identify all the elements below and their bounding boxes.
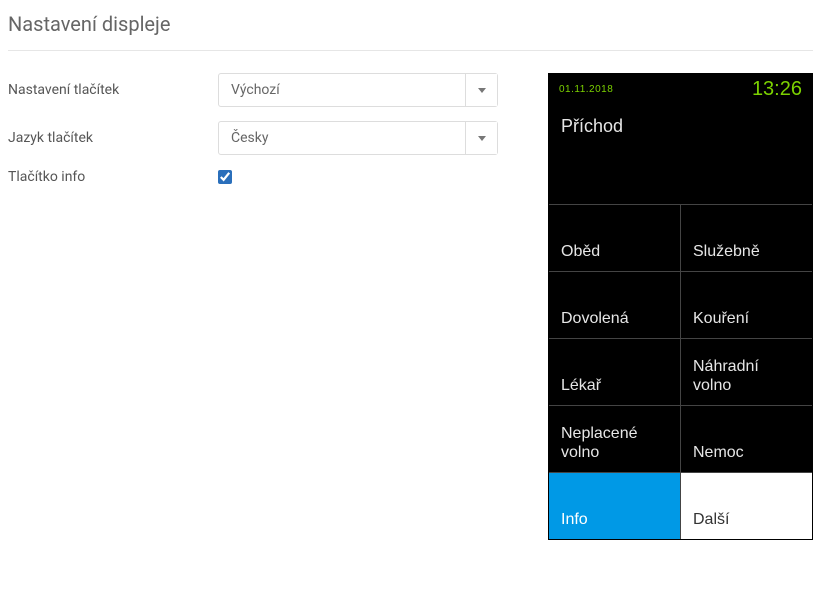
preview-time: 13:26 bbox=[752, 78, 802, 101]
preview-button[interactable]: Kouření bbox=[680, 272, 812, 338]
chevron-down-icon bbox=[478, 88, 486, 93]
preview-more-button[interactable]: Další bbox=[680, 473, 812, 539]
settings-form: Nastavení tlačítek Výchozí Jazyk tlačíte… bbox=[8, 73, 548, 199]
chevron-down-icon bbox=[478, 136, 486, 141]
preview-button-arrival[interactable]: Příchod bbox=[549, 104, 812, 204]
page-title: Nastavení displeje bbox=[8, 8, 813, 50]
preview-button[interactable]: Náhradní volno bbox=[680, 339, 812, 405]
buttons-settings-dropdown-toggle[interactable] bbox=[465, 74, 497, 106]
buttons-settings-label: Nastavení tlačítek bbox=[8, 82, 218, 98]
preview-button[interactable]: Neplacené volno bbox=[549, 406, 680, 472]
preview-button[interactable]: Lékař bbox=[549, 339, 680, 405]
preview-button[interactable]: Oběd bbox=[549, 205, 680, 271]
preview-button[interactable]: Služebně bbox=[680, 205, 812, 271]
device-display-preview: 01.11.2018 13:26 Příchod Oběd Služebně D… bbox=[548, 73, 813, 540]
preview-button[interactable]: Dovolená bbox=[549, 272, 680, 338]
buttons-language-select[interactable]: Česky bbox=[218, 121, 498, 155]
info-button-checkbox[interactable] bbox=[218, 170, 232, 184]
buttons-language-label: Jazyk tlačítek bbox=[8, 130, 218, 146]
buttons-settings-value: Výchozí bbox=[219, 74, 465, 106]
info-button-label: Tlačítko info bbox=[8, 169, 218, 185]
preview-date: 01.11.2018 bbox=[559, 84, 613, 95]
buttons-settings-select[interactable]: Výchozí bbox=[218, 73, 498, 107]
preview-button[interactable]: Nemoc bbox=[680, 406, 812, 472]
buttons-language-value: Česky bbox=[219, 122, 465, 154]
preview-info-button[interactable]: Info bbox=[549, 473, 680, 539]
divider bbox=[8, 50, 813, 51]
buttons-language-dropdown-toggle[interactable] bbox=[465, 122, 497, 154]
